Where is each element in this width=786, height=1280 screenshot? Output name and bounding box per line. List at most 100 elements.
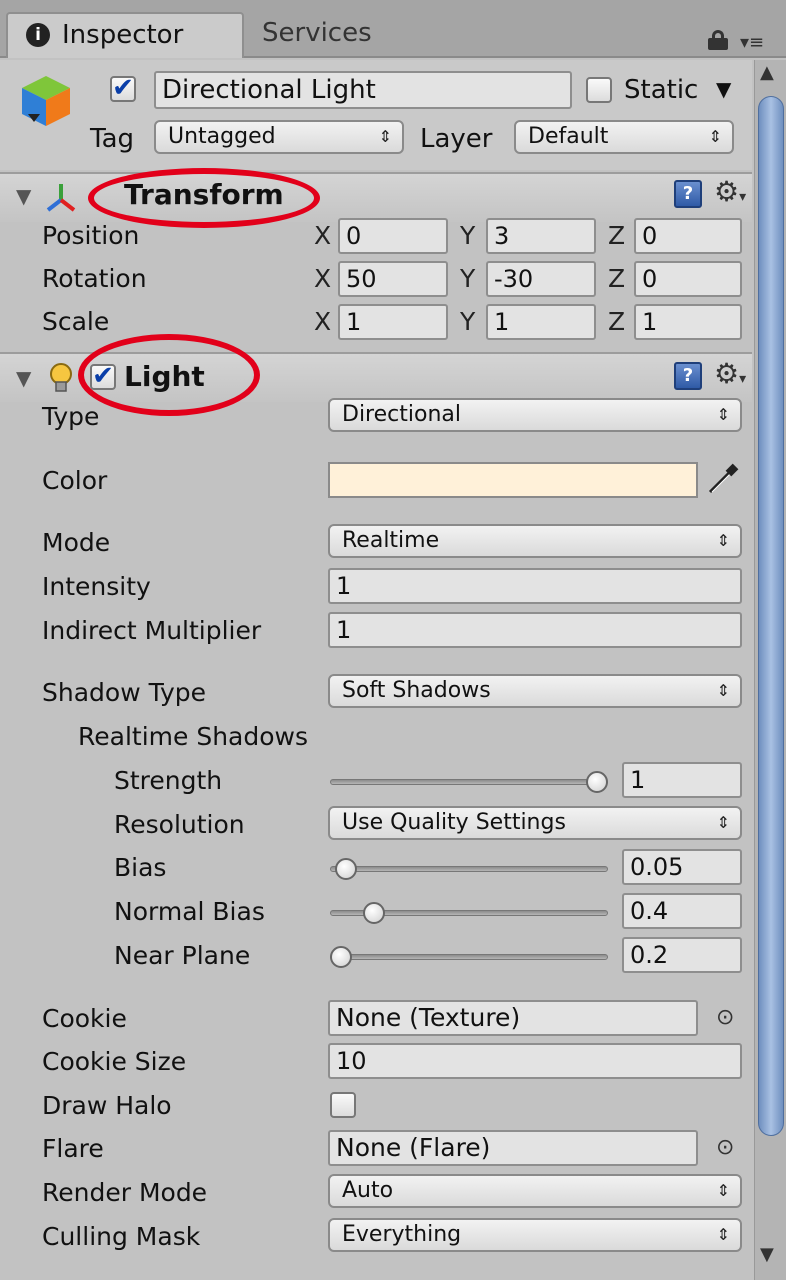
axis-y-label[interactable]: Y — [460, 221, 475, 251]
rotation-y-field[interactable]: -30 — [486, 261, 596, 297]
shadow-type-dropdown[interactable]: Soft Shadows ⇕ — [328, 674, 742, 708]
near-plane-field[interactable]: 0.2 — [622, 937, 742, 973]
mode-dropdown[interactable]: Realtime ⇕ — [328, 524, 742, 558]
render-mode-label: Render Mode — [42, 1178, 208, 1207]
realtime-shadows-label: Realtime Shadows — [78, 722, 308, 751]
eyedropper-icon[interactable] — [704, 462, 740, 498]
rotation-label: Rotation — [42, 264, 147, 293]
shadow-type-label: Shadow Type — [42, 678, 207, 707]
render-mode-dropdown-value: Auto — [342, 1178, 394, 1203]
resolution-dropdown-value: Use Quality Settings — [342, 810, 566, 835]
axis-y-label[interactable]: Y — [460, 307, 475, 337]
foldout-arrow-icon[interactable]: ▼ — [16, 184, 31, 208]
cookie-size-field[interactable]: 10 — [328, 1043, 742, 1079]
axis-x-label[interactable]: X — [314, 307, 331, 337]
bias-label: Bias — [114, 853, 167, 882]
layer-dropdown-value: Default — [528, 124, 609, 149]
scale-y-field[interactable]: 1 — [486, 304, 596, 340]
position-z-field[interactable]: 0 — [634, 218, 742, 254]
transform-axes-icon — [44, 180, 78, 214]
lock-icon[interactable] — [708, 30, 728, 50]
cookie-size-label: Cookie Size — [42, 1047, 187, 1076]
flare-object-field[interactable]: None (Flare) — [328, 1130, 698, 1166]
type-dropdown-value: Directional — [342, 402, 461, 427]
tag-dropdown-value: Untagged — [168, 124, 276, 149]
color-swatch[interactable] — [328, 462, 698, 498]
gameobject-name-field[interactable]: Directional Light — [154, 71, 572, 109]
axis-z-label[interactable]: Z — [608, 221, 625, 251]
layer-label: Layer — [420, 124, 493, 154]
gear-icon[interactable]: ⚙▾ — [714, 178, 746, 211]
axis-x-label[interactable]: X — [314, 264, 331, 294]
bias-slider-track[interactable] — [330, 866, 608, 872]
info-icon: i — [26, 23, 50, 47]
rotation-x-field[interactable]: 50 — [338, 261, 448, 297]
static-dropdown-arrow-icon[interactable]: ▼ — [716, 78, 731, 100]
strength-label: Strength — [114, 766, 223, 795]
foldout-arrow-icon[interactable]: ▼ — [16, 366, 31, 390]
shadow-type-dropdown-value: Soft Shadows — [342, 678, 491, 703]
color-label: Color — [42, 466, 108, 495]
resolution-dropdown[interactable]: Use Quality Settings ⇕ — [328, 806, 742, 840]
normal-bias-field[interactable]: 0.4 — [622, 893, 742, 929]
axis-z-label[interactable]: Z — [608, 264, 625, 294]
bias-slider-knob[interactable] — [335, 858, 358, 880]
strength-slider-knob[interactable] — [586, 771, 608, 793]
axis-y-label[interactable]: Y — [460, 264, 475, 294]
tag-label: Tag — [90, 124, 135, 154]
object-picker-icon[interactable]: ⊙ — [716, 1004, 734, 1032]
normal-bias-label: Normal Bias — [114, 897, 265, 926]
static-checkbox[interactable] — [586, 77, 612, 103]
position-x-field[interactable]: 0 — [338, 218, 448, 254]
scale-label: Scale — [42, 307, 110, 336]
static-label: Static — [624, 75, 699, 105]
menu-icon[interactable]: ▾≡ — [740, 34, 778, 52]
dropdown-arrows-icon: ⇕ — [716, 1225, 730, 1244]
render-mode-dropdown[interactable]: Auto ⇕ — [328, 1174, 742, 1208]
annotation-circle-transform — [88, 168, 320, 228]
bias-field[interactable]: 0.05 — [622, 849, 742, 885]
active-checkbox[interactable]: ✔ — [110, 75, 136, 102]
dropdown-arrows-icon: ⇕ — [716, 1181, 730, 1200]
culling-mask-dropdown[interactable]: Everything ⇕ — [328, 1218, 742, 1252]
tab-services-label: Services — [262, 18, 372, 48]
indirect-multiplier-field[interactable]: 1 — [328, 612, 742, 648]
intensity-field[interactable]: 1 — [328, 568, 742, 604]
normal-bias-slider-knob[interactable] — [363, 902, 386, 924]
layer-dropdown[interactable]: Default ⇕ — [514, 120, 734, 154]
scale-x-field[interactable]: 1 — [338, 304, 448, 340]
scroll-up-arrow-icon[interactable]: ▲ — [760, 62, 774, 83]
strength-slider-track[interactable] — [330, 779, 608, 785]
dropdown-arrows-icon: ⇕ — [716, 531, 730, 550]
annotation-circle-light — [78, 334, 260, 416]
near-plane-slider-knob[interactable] — [330, 946, 352, 968]
tab-services[interactable]: Services — [246, 14, 446, 56]
position-label: Position — [42, 221, 140, 250]
gear-icon[interactable]: ⚙▾ — [714, 360, 746, 393]
light-bulb-icon — [48, 362, 74, 394]
tag-dropdown[interactable]: Untagged ⇕ — [154, 120, 404, 154]
help-book-icon[interactable]: ? — [674, 180, 702, 208]
object-picker-icon[interactable]: ⊙ — [716, 1134, 734, 1162]
axis-x-label[interactable]: X — [314, 221, 331, 251]
rotation-z-field[interactable]: 0 — [634, 261, 742, 297]
tab-inspector[interactable]: i Inspector — [6, 12, 244, 58]
near-plane-slider-track[interactable] — [330, 954, 608, 960]
culling-mask-label: Culling Mask — [42, 1222, 201, 1251]
dropdown-arrows-icon: ⇕ — [716, 681, 730, 700]
scrollbar-thumb[interactable] — [758, 96, 784, 1136]
cookie-label: Cookie — [42, 1004, 127, 1033]
resolution-label: Resolution — [114, 810, 245, 839]
near-plane-label: Near Plane — [114, 941, 251, 970]
position-y-field[interactable]: 3 — [486, 218, 596, 254]
dropdown-arrows-icon: ⇕ — [716, 813, 730, 832]
axis-z-label[interactable]: Z — [608, 307, 625, 337]
help-book-icon[interactable]: ? — [674, 362, 702, 390]
type-dropdown[interactable]: Directional ⇕ — [328, 398, 742, 432]
intensity-label: Intensity — [42, 572, 151, 601]
scroll-down-arrow-icon[interactable]: ▼ — [760, 1244, 774, 1265]
strength-field[interactable]: 1 — [622, 762, 742, 798]
cookie-object-field[interactable]: None (Texture) — [328, 1000, 698, 1036]
scale-z-field[interactable]: 1 — [634, 304, 742, 340]
draw-halo-checkbox[interactable] — [330, 1092, 356, 1118]
